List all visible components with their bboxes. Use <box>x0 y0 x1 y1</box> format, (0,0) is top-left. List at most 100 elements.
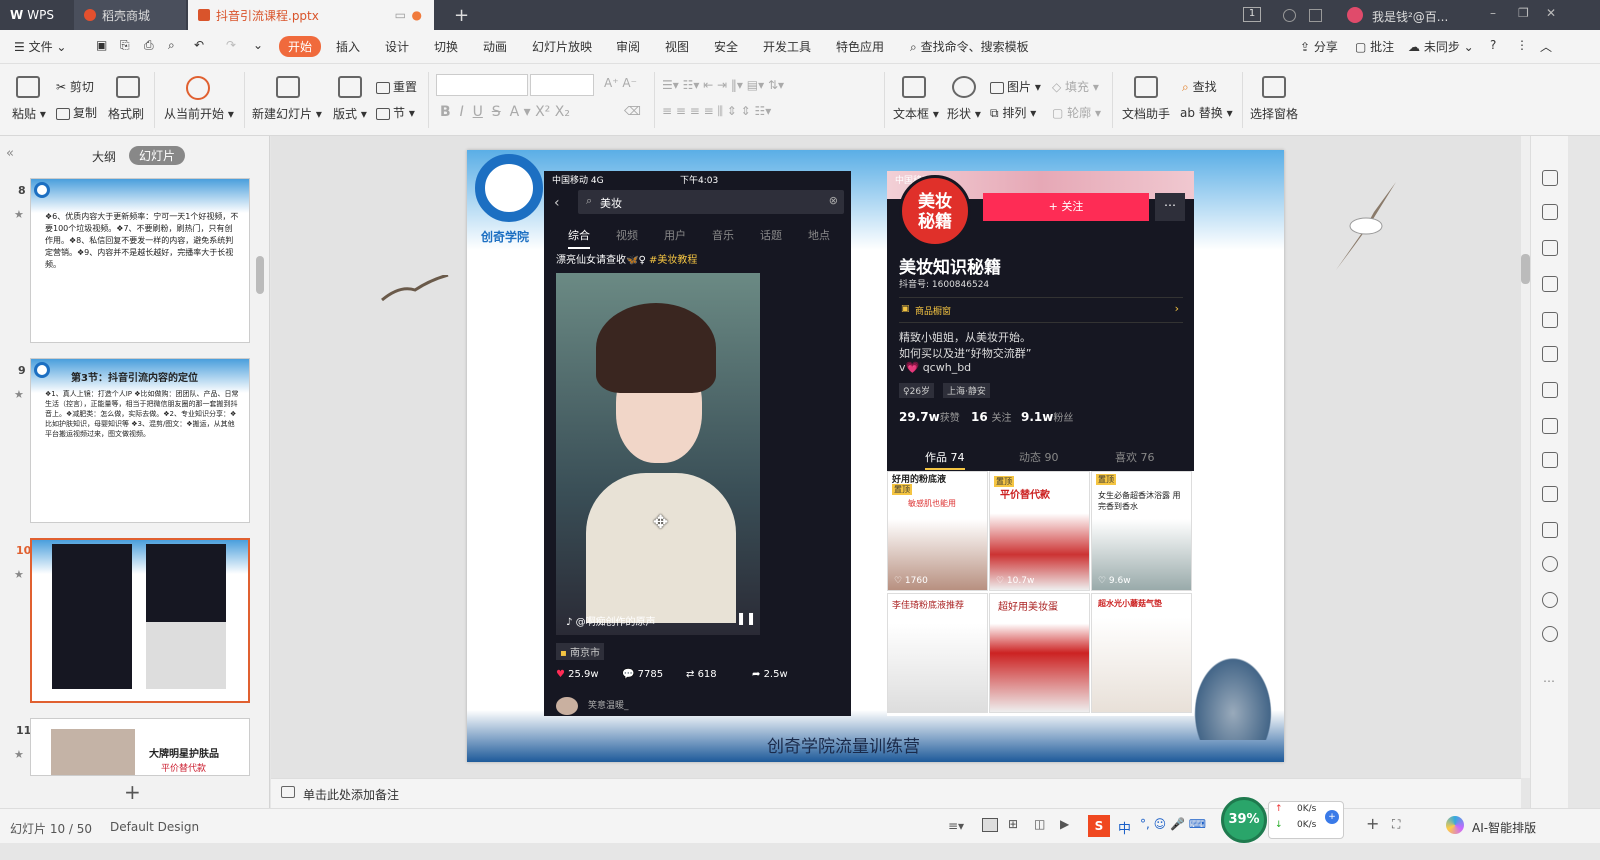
menu-view[interactable]: 视图 <box>665 38 689 55</box>
list-tools[interactable]: ☰▾ ☷▾ ⇤ ⇥ ‖▾ ▤▾ ⇅▾ <box>662 78 784 92</box>
transition-icon[interactable] <box>1542 204 1558 220</box>
menu-transition[interactable]: 切换 <box>434 38 458 55</box>
menu-home[interactable]: 开始 <box>279 36 322 57</box>
help-icon[interactable] <box>1542 626 1558 642</box>
notes-toggle-icon[interactable]: ≡▾ <box>948 819 964 833</box>
menu-design[interactable]: 设计 <box>385 38 409 55</box>
ai-layout-button[interactable]: AI-智能排版 <box>1472 819 1536 836</box>
outline-button[interactable]: ▢ 轮廓 ▾ <box>1052 104 1101 121</box>
help-button[interactable]: ? <box>1490 38 1496 52</box>
slideshow-icon[interactable]: ▶ <box>1060 817 1069 831</box>
export-icon[interactable]: ⎘ <box>120 38 130 53</box>
from-current-button[interactable]: 从当前开始 ▾ <box>164 105 234 122</box>
menu-insert[interactable]: 插入 <box>336 38 360 55</box>
font-size-select[interactable] <box>530 74 594 96</box>
more-icon[interactable]: ⋮ <box>1516 38 1528 52</box>
template-icon[interactable] <box>1542 452 1558 468</box>
select-pane-button[interactable]: 选择窗格 <box>1250 105 1298 122</box>
ime-mode[interactable]: 中 <box>1118 818 1131 837</box>
section-button[interactable]: 节 ▾ <box>376 104 415 121</box>
shirt-icon[interactable] <box>1309 9 1322 22</box>
copy-button[interactable]: 复制 <box>56 104 97 121</box>
design-icon[interactable] <box>1542 276 1558 292</box>
doc-helper-button[interactable]: 文档助手 <box>1122 105 1170 122</box>
accelerate-icon[interactable]: + <box>1325 810 1339 824</box>
picture-button[interactable]: 图片 ▾ <box>990 78 1041 95</box>
textbox-button[interactable]: 文本框 ▾ <box>893 105 939 122</box>
font-grow-icon[interactable]: A⁺ A⁻ <box>604 76 637 90</box>
panel-scrollbar[interactable] <box>256 256 264 294</box>
tab-slides[interactable]: 幻灯片 <box>129 146 186 165</box>
backup-icon[interactable] <box>1542 522 1558 538</box>
more-icon[interactable]: ⋯ <box>1543 674 1555 688</box>
format-painter-button[interactable]: 格式刷 <box>108 105 144 122</box>
image-icon[interactable] <box>1542 382 1558 398</box>
preview-icon[interactable]: ⌕ <box>168 38 175 53</box>
comment-button[interactable]: ▢ 批注 <box>1355 38 1394 55</box>
picture-icon[interactable] <box>1542 486 1558 502</box>
user-name[interactable]: 我是钱²@百... <box>1372 8 1448 25</box>
font-style-group[interactable]: B I U S A ▾ X² X₂ <box>440 104 570 120</box>
wps-tab[interactable]: W WPS <box>0 0 72 30</box>
reset-button[interactable]: 重置 <box>376 78 417 95</box>
undo-icon[interactable]: ↶ <box>194 38 204 52</box>
normal-view-icon[interactable] <box>982 818 998 832</box>
avatar[interactable] <box>1347 7 1363 23</box>
slide-thumb-11[interactable]: 大牌明星护肤品 平价替代款 <box>30 718 250 776</box>
find-button[interactable]: ⌕ 查找 <box>1182 78 1217 95</box>
memory-gauge[interactable]: 39% <box>1221 797 1267 843</box>
skin-icon[interactable] <box>1283 9 1296 22</box>
restore-icon[interactable]: ❐ <box>1518 6 1529 20</box>
new-slide-button[interactable]: 新建幻灯片 ▾ <box>252 105 322 122</box>
command-search[interactable]: ⌕ 查找命令、搜索模板 <box>910 38 1029 55</box>
layout-button[interactable]: 版式 ▾ <box>333 105 367 122</box>
menu-security[interactable]: 安全 <box>714 38 738 55</box>
slide-thumb-10[interactable] <box>30 538 250 703</box>
animation-icon[interactable] <box>1542 170 1558 186</box>
grid-icon[interactable] <box>1542 312 1558 328</box>
print-icon[interactable]: ⎙ <box>144 38 154 53</box>
menu-developer[interactable]: 开发工具 <box>763 38 811 55</box>
shape-button[interactable]: 形状 ▾ <box>947 105 981 122</box>
slide-thumb-9[interactable]: 第3节：抖音引流内容的定位 ❖1、真人上镜：打造个人IP ❖比如做购：团团队、产… <box>30 358 250 523</box>
align-tools[interactable]: ≡ ≡ ≡ ≡ ⫼ ⇕ ⇕ ☷▾ <box>662 104 771 119</box>
settings-icon[interactable] <box>1542 346 1558 362</box>
redo-icon[interactable]: ↷ <box>226 38 236 52</box>
current-slide[interactable]: 创奇学院 创奇学院流量训练营 中国移动 4G 下午4:03 ‹ ⌕ 美妆 ⊗ 综… <box>467 150 1284 762</box>
zoom-in-icon[interactable]: + <box>1366 814 1379 833</box>
quick-access-icon[interactable]: ⌄ <box>253 38 263 52</box>
upload-icon[interactable] <box>1542 556 1558 572</box>
add-slide-button[interactable]: + <box>124 780 141 804</box>
collapse-ribbon-icon[interactable]: ︿ <box>1540 38 1552 55</box>
ime-logo-icon[interactable]: S <box>1088 815 1110 837</box>
cut-button[interactable]: ✂ 剪切 <box>56 78 94 95</box>
replace-button[interactable]: ab 替换 ▾ <box>1180 104 1233 121</box>
tab-document[interactable]: 抖音引流课程.pptx ▭ ● <box>188 0 434 30</box>
clear-format-icon[interactable]: ⌫ <box>624 104 641 118</box>
tab-docer-store[interactable]: 稻壳商城 <box>74 0 186 30</box>
reading-view-icon[interactable]: ◫ <box>1034 817 1045 831</box>
menu-review[interactable]: 审阅 <box>616 38 640 55</box>
collapse-panel-icon[interactable]: « <box>6 146 14 161</box>
menu-slideshow[interactable]: 幻灯片放映 <box>532 38 592 55</box>
notes-placeholder[interactable]: 单击此处添加备注 <box>303 786 399 803</box>
history-icon[interactable] <box>1542 592 1558 608</box>
sync-button[interactable]: ☁ 未同步 ⌄ <box>1408 38 1474 55</box>
tab-outline[interactable]: 大纲 <box>92 148 116 165</box>
shape-icon[interactable] <box>1542 240 1558 256</box>
fill-button[interactable]: ◇ 填充 ▾ <box>1052 78 1099 95</box>
font-name-select[interactable] <box>436 74 528 96</box>
new-tab-button[interactable]: + <box>444 0 479 30</box>
arrange-button[interactable]: ⧉ 排列 ▾ <box>990 104 1036 121</box>
minimize-icon[interactable]: – <box>1490 6 1496 20</box>
fit-window-icon[interactable]: ⛶ <box>1392 817 1400 832</box>
menu-animation[interactable]: 动画 <box>483 38 507 55</box>
save-icon[interactable]: ▣ <box>96 38 107 52</box>
ime-tools-icon[interactable]: °, ☺ 🎤 ⌨ <box>1140 817 1206 831</box>
sorter-view-icon[interactable]: ⊞ <box>1008 817 1018 831</box>
canvas-scrollbar[interactable] <box>1521 136 1530 778</box>
share-icon[interactable] <box>1542 418 1558 434</box>
slide-thumb-8[interactable]: ❖6、优质内容大于更新频率：宁可一天1个好视频，不要100个垃圾视频。❖7、不要… <box>30 178 250 343</box>
theme-name[interactable]: Default Design <box>110 820 199 834</box>
close-icon[interactable]: ✕ <box>1546 6 1556 20</box>
